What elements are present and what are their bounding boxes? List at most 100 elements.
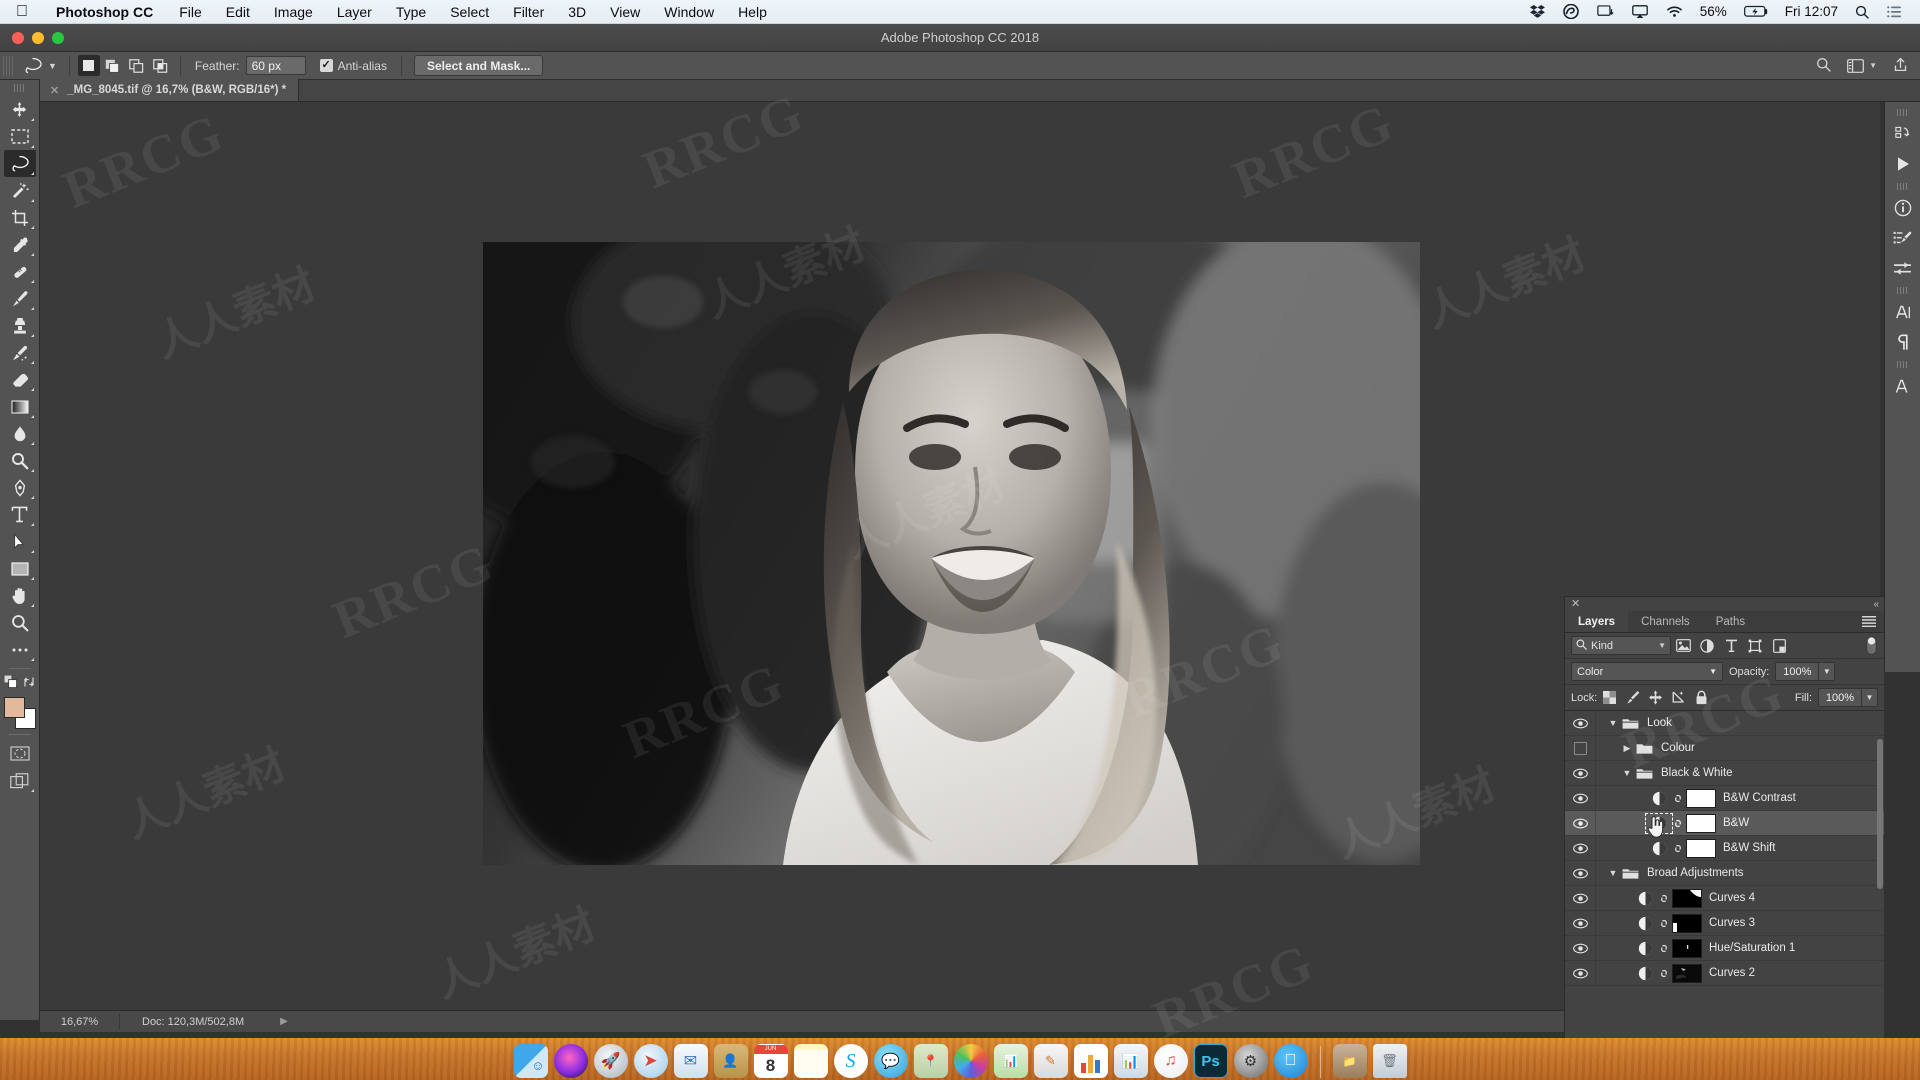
rail-grip[interactable] [1896, 183, 1909, 190]
layer-visibility-toggle[interactable] [1565, 736, 1595, 761]
history-panel-icon[interactable] [1888, 119, 1918, 149]
opacity-stepper-chevron-icon[interactable]: ▼ [1819, 662, 1836, 681]
dock-item-skype[interactable]: S [833, 1044, 868, 1078]
tab-layers[interactable]: Layers [1565, 611, 1629, 632]
dock-item-itunes[interactable]: ♫ [1153, 1044, 1188, 1078]
paragraph-panel-icon[interactable] [1888, 327, 1918, 357]
layer-row-curves-3[interactable]: Curves 3 [1565, 910, 1884, 936]
lock-image-pixels-icon[interactable] [1622, 688, 1643, 708]
layer-mask-link-icon[interactable] [1670, 842, 1686, 855]
move-tool[interactable] [4, 96, 36, 123]
dock-item-pages[interactable]: ✎ [1033, 1044, 1068, 1078]
layer-visibility-toggle[interactable] [1565, 811, 1595, 836]
share-icon[interactable] [1893, 57, 1908, 75]
layer-row-black-and-white-group[interactable]: ▼ Black & White [1565, 760, 1884, 786]
apple-menu-icon[interactable]:  [0, 3, 42, 20]
edit-toolbar-tool[interactable] [4, 636, 36, 663]
layer-visibility-toggle[interactable] [1565, 761, 1595, 786]
foreground-color-swatch[interactable] [3, 697, 25, 718]
layer-mask-thumbnail[interactable] [1672, 938, 1702, 958]
toolbar-grip[interactable] [13, 84, 26, 92]
subtract-from-selection-icon[interactable] [126, 55, 148, 76]
layer-row-hue-saturation-1[interactable]: Hue/Saturation 1 [1565, 935, 1884, 961]
marquee-tool[interactable] [4, 123, 36, 150]
menu-item-filter[interactable]: Filter [501, 4, 556, 20]
layer-row-curves-4[interactable]: Curves 4 [1565, 885, 1884, 911]
anti-alias-checkbox[interactable]: ✓ Anti-alias [306, 59, 397, 73]
document-tab[interactable]: ✕ _MG_8045.tif @ 16,7% (B&W, RGB/16*) * [40, 79, 300, 101]
menu-item-edit[interactable]: Edit [214, 4, 262, 20]
feather-input[interactable]: 60 px [245, 56, 306, 75]
pen-tool[interactable] [4, 474, 36, 501]
menu-item-image[interactable]: Image [262, 4, 325, 20]
menu-app-name[interactable]: Photoshop CC [42, 4, 167, 20]
display-icon[interactable] [1588, 0, 1623, 24]
rail-grip[interactable] [1896, 361, 1909, 368]
lock-transparent-pixels-icon[interactable] [1599, 688, 1620, 708]
history-brush-tool[interactable] [4, 339, 36, 366]
intersect-selection-icon[interactable] [150, 55, 172, 76]
disclosure-collapsed-icon[interactable]: ▶ [1620, 743, 1634, 754]
rail-grip[interactable] [1896, 109, 1909, 116]
clone-stamp-tool[interactable] [4, 312, 36, 339]
layer-visibility-toggle[interactable] [1565, 911, 1595, 936]
blend-mode-select[interactable]: Color ▼ [1571, 662, 1723, 681]
rectangle-tool[interactable] [4, 555, 36, 582]
layer-mask-link-icon[interactable] [1656, 942, 1672, 955]
magic-wand-tool[interactable] [4, 177, 36, 204]
spot-healing-brush-tool[interactable] [4, 258, 36, 285]
dock-item-photoshop[interactable]: Ps [1193, 1044, 1228, 1078]
notification-center-icon[interactable] [1878, 0, 1910, 24]
path-selection-tool[interactable] [4, 528, 36, 555]
dock-item-maps[interactable]: 📍 [913, 1044, 948, 1078]
layer-mask-thumbnail[interactable] [1686, 813, 1716, 833]
new-selection-icon[interactable] [77, 55, 100, 76]
wifi-icon[interactable] [1657, 0, 1692, 24]
menu-item-select[interactable]: Select [438, 4, 501, 20]
layer-row-bw-shift[interactable]: B&W Shift [1565, 835, 1884, 861]
layer-mask-thumbnail[interactable] [1672, 888, 1702, 908]
menu-item-help[interactable]: Help [726, 4, 779, 20]
layer-visibility-toggle[interactable] [1565, 786, 1595, 811]
gradient-tool[interactable] [4, 393, 36, 420]
disclosure-expanded-icon[interactable]: ▼ [1606, 868, 1620, 878]
layer-row-content[interactable]: B&W Contrast [1595, 785, 1884, 811]
dock-item-chart-app[interactable] [1073, 1044, 1108, 1078]
filter-toggle-icon[interactable] [1864, 636, 1878, 656]
disclosure-expanded-icon[interactable]: ▼ [1620, 768, 1634, 778]
dock-item-launchpad[interactable]: 🚀 [593, 1044, 628, 1078]
layer-visibility-toggle[interactable] [1565, 886, 1595, 911]
dodge-tool[interactable] [4, 447, 36, 474]
active-tool-preset[interactable]: ▼ [13, 57, 65, 75]
creative-cloud-icon[interactable] [1554, 0, 1588, 24]
menu-item-file[interactable]: File [167, 4, 214, 20]
battery-charging-icon[interactable] [1735, 0, 1777, 24]
layer-row-content[interactable]: B&W [1595, 810, 1884, 836]
layer-list[interactable]: ▼ Look ▶ Colour ▼ Black & White B&W Cont… [1565, 711, 1884, 1053]
quick-mask-icon[interactable] [4, 740, 36, 767]
airplay-icon[interactable] [1623, 0, 1657, 24]
screen-mode-icon[interactable] [4, 767, 36, 794]
dock-item-contacts[interactable]: 👤 [713, 1044, 748, 1078]
layer-row-look[interactable]: ▼ Look [1565, 711, 1884, 736]
lasso-tool[interactable] [3, 150, 36, 177]
layer-mask-link-icon[interactable] [1670, 792, 1686, 805]
layer-mask-thumbnail[interactable] [1686, 788, 1716, 808]
layer-row-content[interactable]: ▶ Colour [1595, 735, 1884, 761]
info-panel-icon[interactable] [1888, 193, 1918, 223]
layer-filter-kind-select[interactable]: Kind ▼ [1571, 636, 1671, 655]
search-icon[interactable] [1816, 57, 1831, 75]
chevron-right-icon[interactable]: ▶ [244, 1016, 288, 1027]
dropbox-icon[interactable] [1521, 0, 1554, 24]
adjustment-layer-thumbnail[interactable] [1634, 941, 1656, 956]
layer-row-content[interactable]: ▼ Broad Adjustments [1595, 860, 1884, 886]
fill-stepper-chevron-icon[interactable]: ▼ [1862, 688, 1878, 707]
layer-visibility-toggle[interactable] [1565, 836, 1595, 861]
adjustments-panel-icon[interactable] [1888, 253, 1918, 283]
smart-object-filter-icon[interactable] [1767, 635, 1791, 657]
workspace-icon[interactable]: ▼ [1847, 58, 1877, 73]
tab-paths[interactable]: Paths [1703, 611, 1758, 632]
fill-input[interactable]: 100% [1818, 688, 1862, 707]
layer-mask-link-icon[interactable] [1670, 817, 1686, 830]
lock-artboard-nesting-icon[interactable] [1668, 688, 1689, 708]
